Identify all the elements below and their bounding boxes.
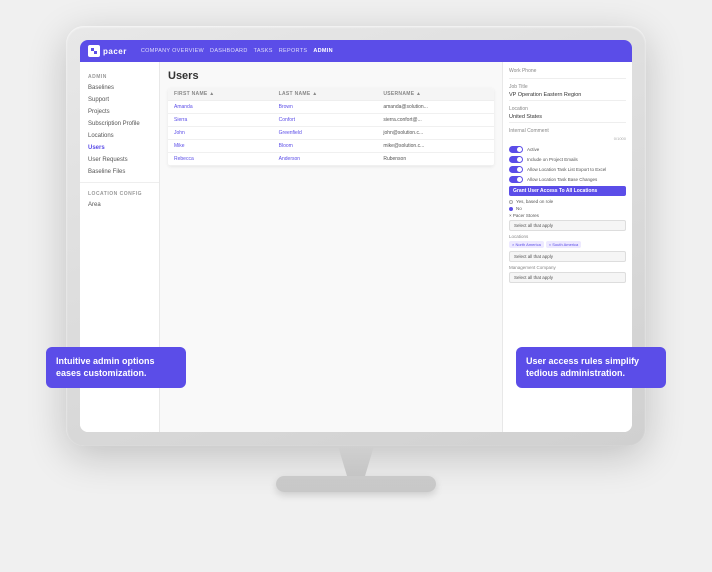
users-panel: Users FIRST NAME ▲ LAST NAME ▲ USERNAME …	[160, 62, 502, 432]
cell-lastname-0: Brown	[279, 104, 384, 110]
work-phone-group: Work Phone	[509, 68, 626, 79]
monitor-body: pacer COMPANY OVERVIEW DASHBOARD TASKS R…	[66, 26, 646, 446]
job-title-group: Job Title VP Operation Eastern Region	[509, 84, 626, 101]
toggle-export[interactable]: Allow Location Task List Export to Excel	[509, 166, 626, 173]
callout-right-text: User access rules simplify tedious admin…	[526, 356, 639, 379]
toggle-active[interactable]: Active	[509, 146, 626, 153]
nav-links: COMPANY OVERVIEW DASHBOARD TASKS REPORTS…	[141, 48, 333, 54]
sidebar-item-projects[interactable]: Projects	[80, 106, 159, 118]
callout-right: User access rules simplify tedious admin…	[516, 347, 666, 388]
monitor-wrapper: pacer COMPANY OVERVIEW DASHBOARD TASKS R…	[56, 26, 656, 546]
location-tags: × North America × South America	[509, 241, 626, 248]
table-header: FIRST NAME ▲ LAST NAME ▲ USERNAME ▲	[168, 88, 494, 101]
sidebar-divider	[80, 182, 159, 183]
col-lastname[interactable]: LAST NAME ▲	[279, 91, 384, 97]
cell-firstname-2: John	[174, 130, 279, 136]
toggle-task-changes-switch[interactable]	[509, 176, 523, 183]
radio-yes[interactable]: Yes, based on role	[509, 199, 626, 204]
management-company-label: Management Company	[509, 265, 626, 270]
grant-access-header: Grant User Access To All Locations	[509, 186, 626, 196]
work-phone-label: Work Phone	[509, 68, 626, 74]
toggle-task-changes-label: Allow Location Task Base Changes	[527, 177, 597, 182]
char-count: 0/1000	[614, 136, 626, 141]
nav-reports[interactable]: REPORTS	[279, 48, 308, 54]
work-phone-value[interactable]	[509, 76, 626, 79]
cell-lastname-4: Anderson	[279, 156, 384, 162]
toggle-project-emails-label: Include on Project Emails	[527, 157, 578, 162]
locations-label: Locations	[509, 234, 626, 239]
sidebar-location-config-label: LOCATION CONFIG	[80, 187, 159, 199]
cell-lastname-1: Confort	[279, 117, 384, 123]
col-firstname[interactable]: FIRST NAME ▲	[174, 91, 279, 97]
cell-username-1: sierra.confort@...	[383, 117, 488, 123]
nav-company-overview[interactable]: COMPANY OVERVIEW	[141, 48, 204, 54]
location-label: Location	[509, 106, 626, 112]
radio-no[interactable]: No	[509, 206, 626, 211]
sidebar-item-subscription[interactable]: Subscription Profile	[80, 118, 159, 130]
toggle-project-emails-switch[interactable]	[509, 156, 523, 163]
cell-username-3: mike@solution.c...	[383, 143, 488, 149]
radio-no-dot[interactable]	[509, 207, 513, 211]
toggle-active-label: Active	[527, 147, 539, 152]
stores-dropdown[interactable]: Select all that apply	[509, 220, 626, 231]
sidebar-item-baseline-files[interactable]: Baseline Files	[80, 166, 159, 178]
toggle-task-changes[interactable]: Allow Location Task Base Changes	[509, 176, 626, 183]
sidebar-item-area[interactable]: Area	[80, 199, 159, 211]
sidebar-admin-label: ADMIN	[80, 70, 159, 82]
table-row[interactable]: Mike Bloom mike@solution.c...	[168, 140, 494, 153]
radio-yes-dot[interactable]	[509, 200, 513, 204]
callout-left-text: Intuitive admin options eases customizat…	[56, 356, 155, 379]
management-dropdown[interactable]: Select all that apply	[509, 272, 626, 283]
table-row[interactable]: John Greenfield john@solution.c...	[168, 127, 494, 140]
sidebar-item-baselines[interactable]: Baselines	[80, 82, 159, 94]
cell-lastname-2: Greenfield	[279, 130, 384, 136]
job-title-value[interactable]: VP Operation Eastern Region	[509, 92, 626, 101]
cell-firstname-0: Amanda	[174, 104, 279, 110]
monitor-stand	[276, 476, 436, 492]
callout-left: Intuitive admin options eases customizat…	[46, 347, 186, 388]
job-title-label: Job Title	[509, 84, 626, 90]
col-username[interactable]: USERNAME ▲	[383, 91, 488, 97]
users-table: FIRST NAME ▲ LAST NAME ▲ USERNAME ▲ Aman…	[168, 88, 494, 166]
monitor-neck	[326, 446, 386, 476]
nav-dashboard[interactable]: DASHBOARD	[210, 48, 248, 54]
toggle-export-switch[interactable]	[509, 166, 523, 173]
table-row[interactable]: Rebecca Anderson Rubenson	[168, 153, 494, 166]
location-group: Location United States	[509, 106, 626, 123]
tag-north-america[interactable]: × North America	[509, 241, 544, 248]
nav-admin[interactable]: ADMIN	[313, 48, 333, 54]
cell-firstname-1: Sierra	[174, 117, 279, 123]
radio-no-label: No	[516, 206, 522, 211]
nav-tasks[interactable]: TASKS	[254, 48, 273, 54]
cell-username-0: amanda@solution...	[383, 104, 488, 110]
location-dropdown[interactable]: Select all that apply	[509, 251, 626, 262]
tag-south-america[interactable]: × South America	[546, 241, 581, 248]
users-title: Users	[168, 70, 494, 82]
internal-comment-label: Internal Comment	[509, 128, 626, 134]
internal-comment-group: Internal Comment 0/1000	[509, 128, 626, 141]
sidebar-item-users[interactable]: Users	[80, 142, 159, 154]
cell-firstname-4: Rebecca	[174, 156, 279, 162]
toggle-project-emails[interactable]: Include on Project Emails	[509, 156, 626, 163]
cell-firstname-3: Mike	[174, 143, 279, 149]
sidebar-item-user-requests[interactable]: User Requests	[80, 154, 159, 166]
grant-stores-label: × Pacer Stores	[509, 213, 626, 218]
cell-username-4: Rubenson	[383, 156, 488, 162]
sidebar-item-support[interactable]: Support	[80, 94, 159, 106]
cell-lastname-3: Bloom	[279, 143, 384, 149]
table-row[interactable]: Sierra Confort sierra.confort@...	[168, 114, 494, 127]
sidebar-item-locations[interactable]: Locations	[80, 130, 159, 142]
location-value[interactable]: United States	[509, 114, 626, 123]
radio-yes-label: Yes, based on role	[516, 199, 553, 204]
nav-logo: pacer	[88, 45, 127, 57]
top-nav: pacer COMPANY OVERVIEW DASHBOARD TASKS R…	[80, 40, 632, 62]
table-row[interactable]: Amanda Brown amanda@solution...	[168, 101, 494, 114]
toggle-export-label: Allow Location Task List Export to Excel	[527, 167, 606, 172]
pacer-logo-icon	[88, 45, 100, 57]
toggle-active-switch[interactable]	[509, 146, 523, 153]
nav-logo-text: pacer	[103, 47, 127, 56]
cell-username-2: john@solution.c...	[383, 130, 488, 136]
